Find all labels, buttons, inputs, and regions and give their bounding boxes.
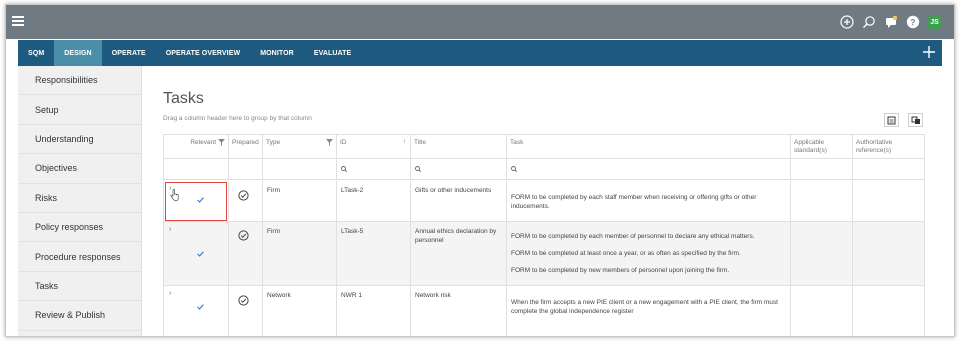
title-cell: Gifts or other inducements xyxy=(411,181,507,221)
id-cell: LTask-2 xyxy=(337,181,411,221)
applicable-cell xyxy=(791,181,853,221)
filter-cell-relevant xyxy=(164,159,229,179)
sidebar-item-tasks[interactable]: Tasks xyxy=(18,272,141,302)
applicable-cell xyxy=(791,286,853,336)
sort-ascending-icon[interactable]: ↑ xyxy=(403,138,406,146)
column-header-type[interactable]: Type xyxy=(263,135,337,158)
sidebar-item-understanding[interactable]: Understanding xyxy=(18,125,141,155)
search-icon xyxy=(415,166,421,172)
checkmark-icon[interactable] xyxy=(197,197,204,203)
avatar[interactable]: JS xyxy=(927,14,942,30)
column-header-task[interactable]: Task xyxy=(507,135,791,158)
app-bar-actions: ? JS xyxy=(839,14,942,30)
authoritative-cell xyxy=(853,222,924,285)
tab-operate-overview[interactable]: OPERATE OVERVIEW xyxy=(156,40,250,66)
copy-button[interactable] xyxy=(908,113,923,127)
prepared-cell xyxy=(229,222,263,285)
filter-icon[interactable] xyxy=(218,139,225,146)
svg-text:?: ? xyxy=(911,18,916,27)
filter-input-title[interactable] xyxy=(411,159,507,179)
check-circle-icon[interactable] xyxy=(238,230,249,241)
main-nav: SQM DESIGN OPERATE OPERATE OVERVIEW MONI… xyxy=(18,40,942,66)
filter-cell-applicable xyxy=(791,159,853,179)
authoritative-cell xyxy=(853,181,924,221)
tab-design[interactable]: DESIGN xyxy=(54,40,102,66)
search-icon xyxy=(511,166,517,172)
sidebar-item-risks[interactable]: Risks xyxy=(18,184,141,213)
sidebar-item-responsibilities[interactable]: Responsibilities xyxy=(18,66,141,96)
hand-cursor-icon xyxy=(170,189,179,201)
add-icon[interactable] xyxy=(922,45,936,59)
export-button[interactable] xyxy=(884,113,899,127)
check-circle-icon[interactable] xyxy=(238,295,249,306)
add-circle-icon[interactable] xyxy=(839,14,855,30)
search-icon[interactable] xyxy=(861,14,877,30)
filter-cell-authoritative xyxy=(853,159,924,179)
applicable-cell xyxy=(791,222,853,285)
filter-input-id[interactable] xyxy=(337,159,411,179)
title-cell: Annual ethics declaration by personnel xyxy=(411,222,507,285)
expand-row-icon[interactable]: › xyxy=(169,226,171,233)
column-header-id[interactable]: ID ↑ xyxy=(337,135,411,158)
sidebar-item-procedure-responses[interactable]: Procedure responses xyxy=(18,242,141,272)
expand-row-icon[interactable]: › xyxy=(169,290,171,297)
help-icon[interactable]: ? xyxy=(905,14,921,30)
search-icon xyxy=(341,166,347,172)
tab-sqm[interactable]: SQM xyxy=(18,40,54,66)
group-by-hint: Drag a column header here to group by th… xyxy=(163,115,312,122)
task-cell: When the firm accepts a new PIE client o… xyxy=(507,286,791,336)
highlight-box xyxy=(165,182,227,221)
tab-operate[interactable]: OPERATE xyxy=(102,40,156,66)
checkmark-icon[interactable] xyxy=(197,251,204,257)
app-window: ? JS SQM DESIGN OPERATE OPERATE OVERVIEW… xyxy=(5,4,955,337)
relevant-cell: › xyxy=(164,181,229,221)
grid-header: Relevant Prepared Type ID ↑ Title Task A… xyxy=(164,135,924,159)
prepared-cell xyxy=(229,181,263,221)
filter-cell-type xyxy=(263,159,337,179)
column-header-applicable-standards[interactable]: Applicable standard(s) xyxy=(791,135,853,158)
export-icon xyxy=(887,116,896,124)
chat-icon[interactable] xyxy=(883,14,899,30)
checkmark-icon[interactable] xyxy=(197,304,204,310)
column-header-authoritative-references[interactable]: Authoritative reference(s) xyxy=(853,135,924,158)
prepared-cell xyxy=(229,286,263,336)
main-content: Tasks Drag a column header here to group… xyxy=(143,66,942,336)
type-cell: Firm xyxy=(263,181,337,221)
table-row[interactable]: › Network NWR 1 Network risk When the fi… xyxy=(164,286,924,336)
sidebar-item-objectives[interactable]: Objectives xyxy=(18,154,141,184)
id-cell: LTask-5 xyxy=(337,222,411,285)
column-header-relevant[interactable]: Relevant xyxy=(164,135,229,158)
type-cell: Firm xyxy=(263,222,337,285)
app-bar: ? JS xyxy=(6,5,954,39)
type-cell: Network xyxy=(263,286,337,336)
column-header-title[interactable]: Title xyxy=(411,135,507,158)
id-cell: NWR 1 xyxy=(337,286,411,336)
sidebar-item-setup[interactable]: Setup xyxy=(18,95,141,125)
page-title: Tasks xyxy=(163,90,204,107)
task-cell: FORM to be completed by each member of p… xyxy=(507,222,791,285)
check-circle-icon[interactable] xyxy=(238,190,249,201)
authoritative-cell xyxy=(853,286,924,336)
sidebar: Responsibilities Setup Understanding Obj… xyxy=(18,66,142,336)
grid-filter-row xyxy=(164,159,924,180)
filter-input-task[interactable] xyxy=(507,159,791,179)
filter-icon[interactable] xyxy=(326,139,333,146)
sidebar-item-review-publish[interactable]: Review & Publish xyxy=(18,301,141,331)
sidebar-item-policy-responses[interactable]: Policy responses xyxy=(18,213,141,243)
tasks-grid: Relevant Prepared Type ID ↑ Title Task A… xyxy=(163,134,925,336)
column-header-prepared[interactable]: Prepared xyxy=(229,135,263,158)
filter-cell-prepared xyxy=(229,159,263,179)
tab-evaluate[interactable]: EVALUATE xyxy=(304,40,362,66)
relevant-cell: › xyxy=(164,286,229,336)
table-row[interactable]: › Firm LTask-2 Gifts or other inducement… xyxy=(164,181,924,222)
task-cell: FORM to be completed by each staff membe… xyxy=(507,181,791,221)
hamburger-menu-icon[interactable] xyxy=(12,16,24,26)
copy-icon xyxy=(911,116,920,124)
title-cell: Network risk xyxy=(411,286,507,336)
relevant-cell: › xyxy=(164,222,229,285)
tab-monitor[interactable]: MONITOR xyxy=(250,40,304,66)
table-row[interactable]: › Firm LTask-5 Annual ethics declaration… xyxy=(164,222,924,286)
